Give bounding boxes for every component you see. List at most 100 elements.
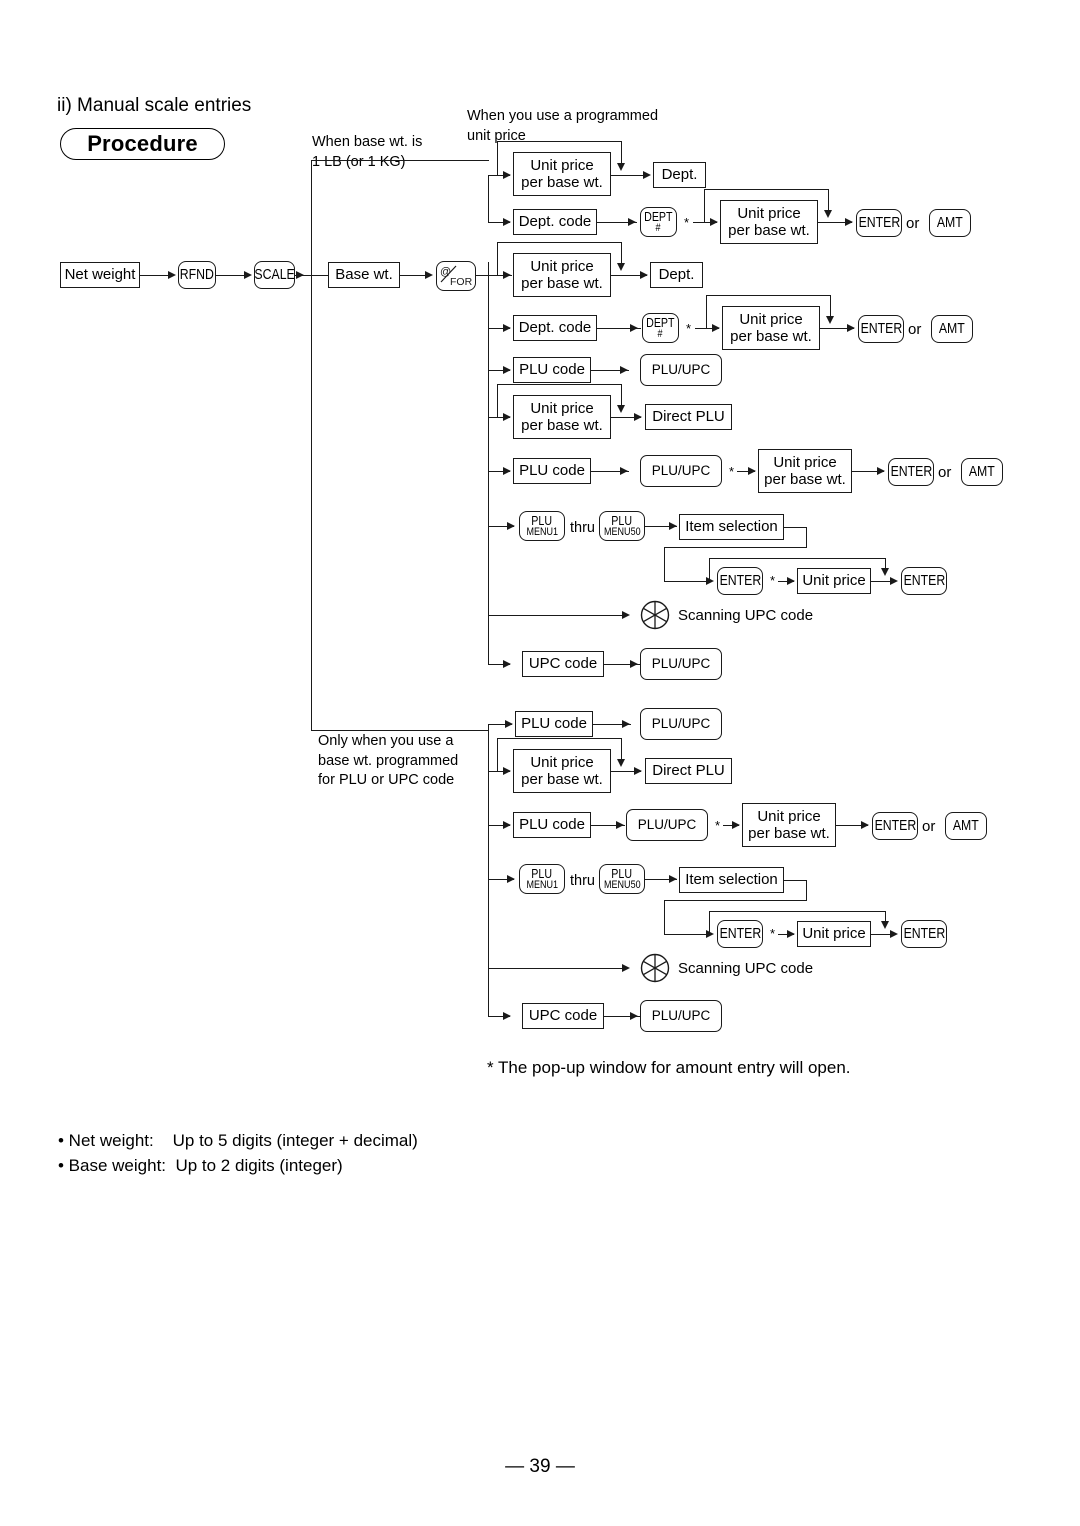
arrow-right xyxy=(616,820,624,829)
key-menu1-label: MENU1 xyxy=(526,879,558,892)
bypass-line xyxy=(621,242,622,265)
bypass-line xyxy=(497,141,622,142)
arrow-down xyxy=(616,759,625,767)
arrow-right xyxy=(503,820,511,829)
bypass-line xyxy=(497,384,498,418)
connector xyxy=(488,615,628,616)
key-menu50-label: MENU50 xyxy=(603,879,641,892)
arrow-right xyxy=(847,323,855,332)
bypass-line xyxy=(497,384,622,385)
key-plu-label: PLU xyxy=(611,865,633,881)
wrap-line xyxy=(806,880,807,900)
key-plu-upc: PLU/UPC xyxy=(640,648,722,680)
key-enter-label: ENTER xyxy=(890,463,932,481)
arrow-right xyxy=(503,1011,511,1020)
key-amt: AMT xyxy=(961,458,1003,486)
bypass-line xyxy=(621,738,622,761)
note-base-weight-1lb: When base wt. is 1 LB (or 1 KG) xyxy=(312,134,423,170)
or-label: or xyxy=(908,321,922,338)
wrap-line xyxy=(784,880,807,881)
arrow-down xyxy=(616,163,625,171)
node-unit-price: Unit price xyxy=(797,568,871,594)
arrow-right xyxy=(710,217,718,226)
arrow-right xyxy=(877,466,885,475)
key-scale: SCALE xyxy=(254,261,295,289)
key-scale-label: SCALE xyxy=(254,266,295,284)
arrow-right xyxy=(503,323,511,332)
bypass-line xyxy=(709,558,886,559)
key-enter: ENTER xyxy=(901,567,947,595)
key-enter-label: ENTER xyxy=(858,214,900,232)
bypass-line xyxy=(621,384,622,407)
scanning-upc-icon xyxy=(640,953,670,983)
wrap-line xyxy=(664,547,665,581)
unit-price-line1: Unit price xyxy=(530,156,594,174)
arrow-right xyxy=(507,521,515,530)
key-plu-upc: PLU/UPC xyxy=(640,708,722,740)
arrow-right xyxy=(622,719,630,728)
key-enter-label: ENTER xyxy=(719,925,761,943)
note-only-when-base-weight: Only when you use a base wt. programmed … xyxy=(318,733,459,789)
wrap-line xyxy=(664,934,709,935)
node-upc-code: UPC code xyxy=(522,1003,604,1029)
arrow-right xyxy=(890,576,898,585)
arrow-right xyxy=(503,412,511,421)
key-rfnd-label: RFND xyxy=(179,266,215,284)
or-label: or xyxy=(938,464,952,481)
bypass-line xyxy=(709,911,886,912)
branch-base-weight-1lb xyxy=(311,160,489,161)
arrow-right xyxy=(861,820,869,829)
arrow-right xyxy=(622,963,630,972)
node-base-weight: Base wt. xyxy=(328,262,400,288)
node-net-weight: Net weight xyxy=(60,262,140,288)
arrow-right xyxy=(845,217,853,226)
key-enter: ENTER xyxy=(856,209,902,237)
key-plu-label: PLU xyxy=(531,512,553,528)
node-unit-price-per-base-wt: Unit price per base wt. xyxy=(513,152,611,196)
arrow-right xyxy=(620,466,628,475)
page-title: ii) Manual scale entries xyxy=(57,95,252,116)
key-amt-label: AMT xyxy=(939,320,965,338)
arrow-down xyxy=(880,568,889,576)
key-plu-upc-label: PLU/UPC xyxy=(637,817,697,833)
bypass-line xyxy=(704,189,705,222)
footnote-marker: * xyxy=(684,215,690,230)
node-item-selection: Item selection xyxy=(679,867,784,893)
footnote-marker: * xyxy=(770,926,776,941)
node-unit-price-per-base-wt: Unit price per base wt. xyxy=(720,200,818,244)
bypass-line xyxy=(706,295,831,296)
key-enter: ENTER xyxy=(858,315,904,343)
unit-price-line2: per base wt. xyxy=(521,174,603,191)
node-upc-code: UPC code xyxy=(522,651,604,677)
key-enter: ENTER xyxy=(717,567,763,595)
key-plu-menu-50: PLU MENU50 xyxy=(599,864,645,894)
key-enter-label: ENTER xyxy=(860,320,902,338)
arrow-right xyxy=(503,659,511,668)
arrow-right xyxy=(296,270,304,279)
branch-programmed-base-weight xyxy=(311,730,489,731)
arrow-right xyxy=(503,217,511,226)
for-symbol: FOR xyxy=(450,276,473,288)
arrow-right xyxy=(787,929,795,938)
unit-price-line2: per base wt. xyxy=(728,222,810,239)
arrow-right xyxy=(787,576,795,585)
unit-price-line2: per base wt. xyxy=(748,825,830,842)
key-plu-menu-1: PLU MENU1 xyxy=(519,864,565,894)
node-dept-code: Dept. code xyxy=(513,315,597,341)
key-plu-upc-label: PLU/UPC xyxy=(651,716,711,732)
arrow-right xyxy=(630,1011,638,1020)
unit-price-line2: per base wt. xyxy=(764,471,846,488)
arrow-right xyxy=(507,874,515,883)
spec-base-weight: • Base weight: Up to 2 digits (integer) xyxy=(58,1156,343,1175)
arrow-right xyxy=(628,217,636,226)
node-dept: Dept. xyxy=(650,262,703,288)
footnote-marker: * xyxy=(770,573,776,588)
key-amt: AMT xyxy=(945,812,987,840)
connector xyxy=(488,968,628,969)
key-amt-label: AMT xyxy=(937,214,963,232)
arrow-right xyxy=(634,766,642,775)
key-amt-label: AMT xyxy=(969,463,995,481)
bypass-line xyxy=(497,242,622,243)
thru-label: thru xyxy=(570,873,595,889)
node-item-selection: Item selection xyxy=(679,514,784,540)
